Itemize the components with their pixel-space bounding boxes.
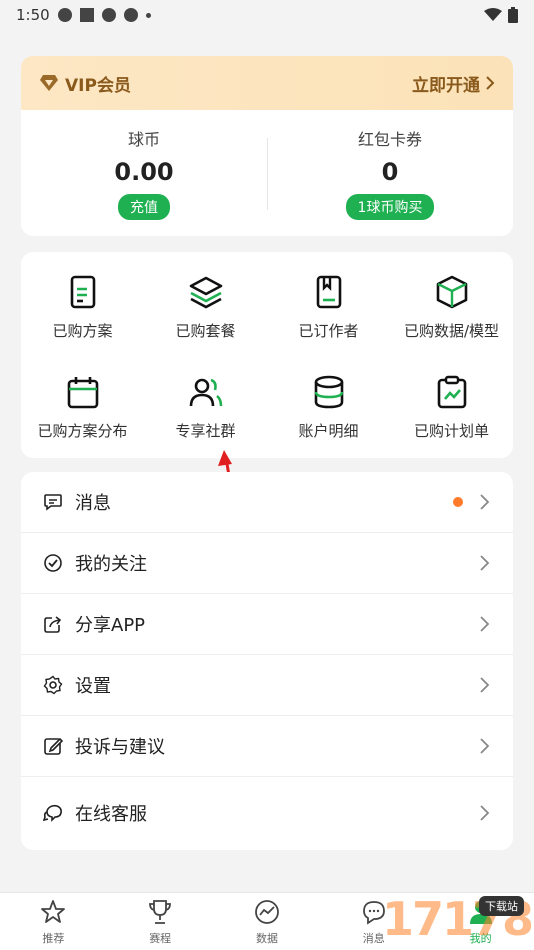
tab-data[interactable]: 数据 <box>214 893 321 950</box>
chevron-right-icon <box>480 494 490 510</box>
vip-open-label: 立即开通 <box>412 75 480 96</box>
grid-item-label: 已购数据/模型 <box>403 322 500 340</box>
grid-item-subscribed-authors[interactable]: 已订作者 <box>267 264 390 364</box>
grid-item-account-details[interactable]: 账户明细 <box>267 364 390 464</box>
chevron-right-icon <box>480 616 490 632</box>
menu-item-label: 在线客服 <box>75 804 147 825</box>
tab-schedule[interactable]: 赛程 <box>107 893 214 950</box>
grid-item-exclusive-community[interactable]: 专享社群 <box>144 364 267 464</box>
users-icon <box>189 378 222 407</box>
notification-icon <box>57 8 72 22</box>
tab-label: 数据 <box>255 931 278 945</box>
check-badge-icon <box>44 554 62 572</box>
share-icon <box>44 616 62 633</box>
menu-item-online-service[interactable]: 在线客服 <box>21 777 513 849</box>
grid-item-purchased-data[interactable]: 已购数据/模型 <box>390 264 513 364</box>
coins-label: 球币 <box>127 130 160 149</box>
database-icon <box>314 375 343 409</box>
coupons-section: 红包卡券 0 1球币购买 <box>267 110 513 236</box>
bottom-tab-bar: 推荐 赛程 数据 消息 我的 <box>0 892 534 950</box>
chevron-right-icon <box>480 677 490 693</box>
menu-item-label: 投诉与建议 <box>75 737 165 758</box>
grid-item-label: 已购方案分布 <box>37 422 128 440</box>
grid-item-label: 已购套餐 <box>175 322 236 340</box>
unread-dot <box>453 497 463 507</box>
grid-item-plan-distribution[interactable]: 已购方案分布 <box>21 364 144 464</box>
coins-value: 0.00 <box>114 158 174 186</box>
notification-icon <box>123 8 138 22</box>
tab-label: 赛程 <box>149 931 172 945</box>
coupons-label: 红包卡券 <box>357 130 422 149</box>
menu-item-label: 我的关注 <box>75 554 147 575</box>
menu-item-label: 设置 <box>75 676 111 697</box>
coins-section: 球币 0.00 充值 <box>21 110 267 236</box>
edit-icon <box>44 737 63 755</box>
grid-item-label: 已购方案 <box>52 322 113 340</box>
cube-icon <box>436 275 467 309</box>
bookmark-book-icon <box>316 275 341 309</box>
diamond-icon <box>40 75 58 91</box>
grid-item-label: 账户明细 <box>298 422 359 440</box>
tab-label: 消息 <box>362 931 385 945</box>
menu-item-messages[interactable]: 消息 <box>21 472 513 533</box>
grid-item-purchased-plan-sheets[interactable]: 已购计划单 <box>390 364 513 464</box>
message-icon <box>44 494 62 511</box>
grid-item-purchased-plans[interactable]: 已购方案 <box>21 264 144 364</box>
chat-bubble-icon <box>362 900 385 925</box>
tab-label: 推荐 <box>42 931 65 945</box>
vip-card: VIP会员 立即开通 球币 0.00 充值 红包卡券 0 1球币购买 <box>21 56 513 236</box>
wifi-icon <box>484 8 502 21</box>
tab-recommend[interactable]: 推荐 <box>0 893 107 950</box>
vip-header[interactable]: VIP会员 立即开通 <box>21 56 513 110</box>
battery-icon <box>508 7 518 23</box>
notification-icon <box>79 8 94 22</box>
menu-item-label: 消息 <box>75 493 111 514</box>
menu-item-settings[interactable]: 设置 <box>21 655 513 716</box>
grid-item-label: 专享社群 <box>175 422 236 440</box>
clipboard-chart-icon <box>437 375 466 409</box>
layers-icon <box>189 276 222 309</box>
trophy-icon <box>149 899 172 924</box>
chevron-right-icon <box>480 805 490 821</box>
menu-item-feedback[interactable]: 投诉与建议 <box>21 716 513 777</box>
tab-mine[interactable]: 我的 <box>427 893 534 950</box>
purchases-grid: 已购方案 已购套餐 已订作者 已购数据/模型 已购方案分布 专享社群 账户明细 … <box>21 252 513 458</box>
user-icon <box>469 900 492 924</box>
coupons-value: 0 <box>381 158 399 186</box>
star-icon <box>41 899 66 923</box>
trend-icon <box>255 899 279 924</box>
grid-item-purchased-packages[interactable]: 已购套餐 <box>144 264 267 364</box>
menu-list: 消息 我的关注 分享APP 设置 投诉与建议 在线客服 <box>21 472 513 850</box>
document-icon <box>70 275 95 309</box>
recharge-button[interactable]: 充值 <box>118 194 170 220</box>
menu-item-following[interactable]: 我的关注 <box>21 533 513 594</box>
tab-label: 我的 <box>469 931 492 945</box>
menu-item-share-app[interactable]: 分享APP <box>21 594 513 655</box>
status-time: 1:50 <box>16 6 50 24</box>
chevron-right-icon <box>480 555 490 571</box>
calendar-icon <box>67 377 98 409</box>
more-notifications-icon <box>145 12 151 18</box>
chevron-right-icon <box>480 738 490 754</box>
vip-open-button[interactable]: 立即开通 <box>412 71 495 96</box>
chevron-right-icon <box>486 76 495 90</box>
notification-icon <box>101 8 116 22</box>
chat-icon <box>43 804 62 822</box>
menu-item-label: 分享APP <box>75 615 146 636</box>
grid-item-label: 已订作者 <box>298 322 359 340</box>
divider <box>267 138 268 210</box>
tab-messages[interactable]: 消息 <box>320 893 427 950</box>
grid-item-label: 已购计划单 <box>413 422 489 440</box>
buy-coupon-button[interactable]: 1球币购买 <box>345 194 435 220</box>
status-bar: 1:50 <box>0 0 534 30</box>
vip-title: VIP会员 <box>65 75 131 96</box>
settings-icon <box>43 675 63 695</box>
